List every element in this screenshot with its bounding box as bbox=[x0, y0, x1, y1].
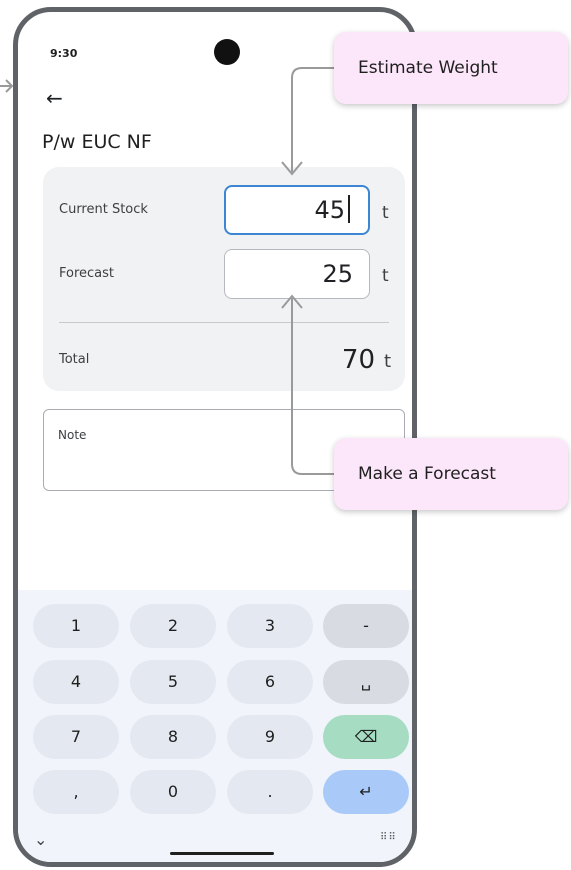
estimate-weight-arrow bbox=[291, 67, 334, 172]
make-forecast-callout: Make a Forecast bbox=[334, 438, 568, 510]
side-arrow-icon bbox=[0, 79, 14, 93]
estimate-weight-callout: Estimate Weight bbox=[334, 32, 568, 104]
make-forecast-arrow bbox=[291, 298, 334, 475]
annotation-arrows bbox=[0, 67, 334, 475]
